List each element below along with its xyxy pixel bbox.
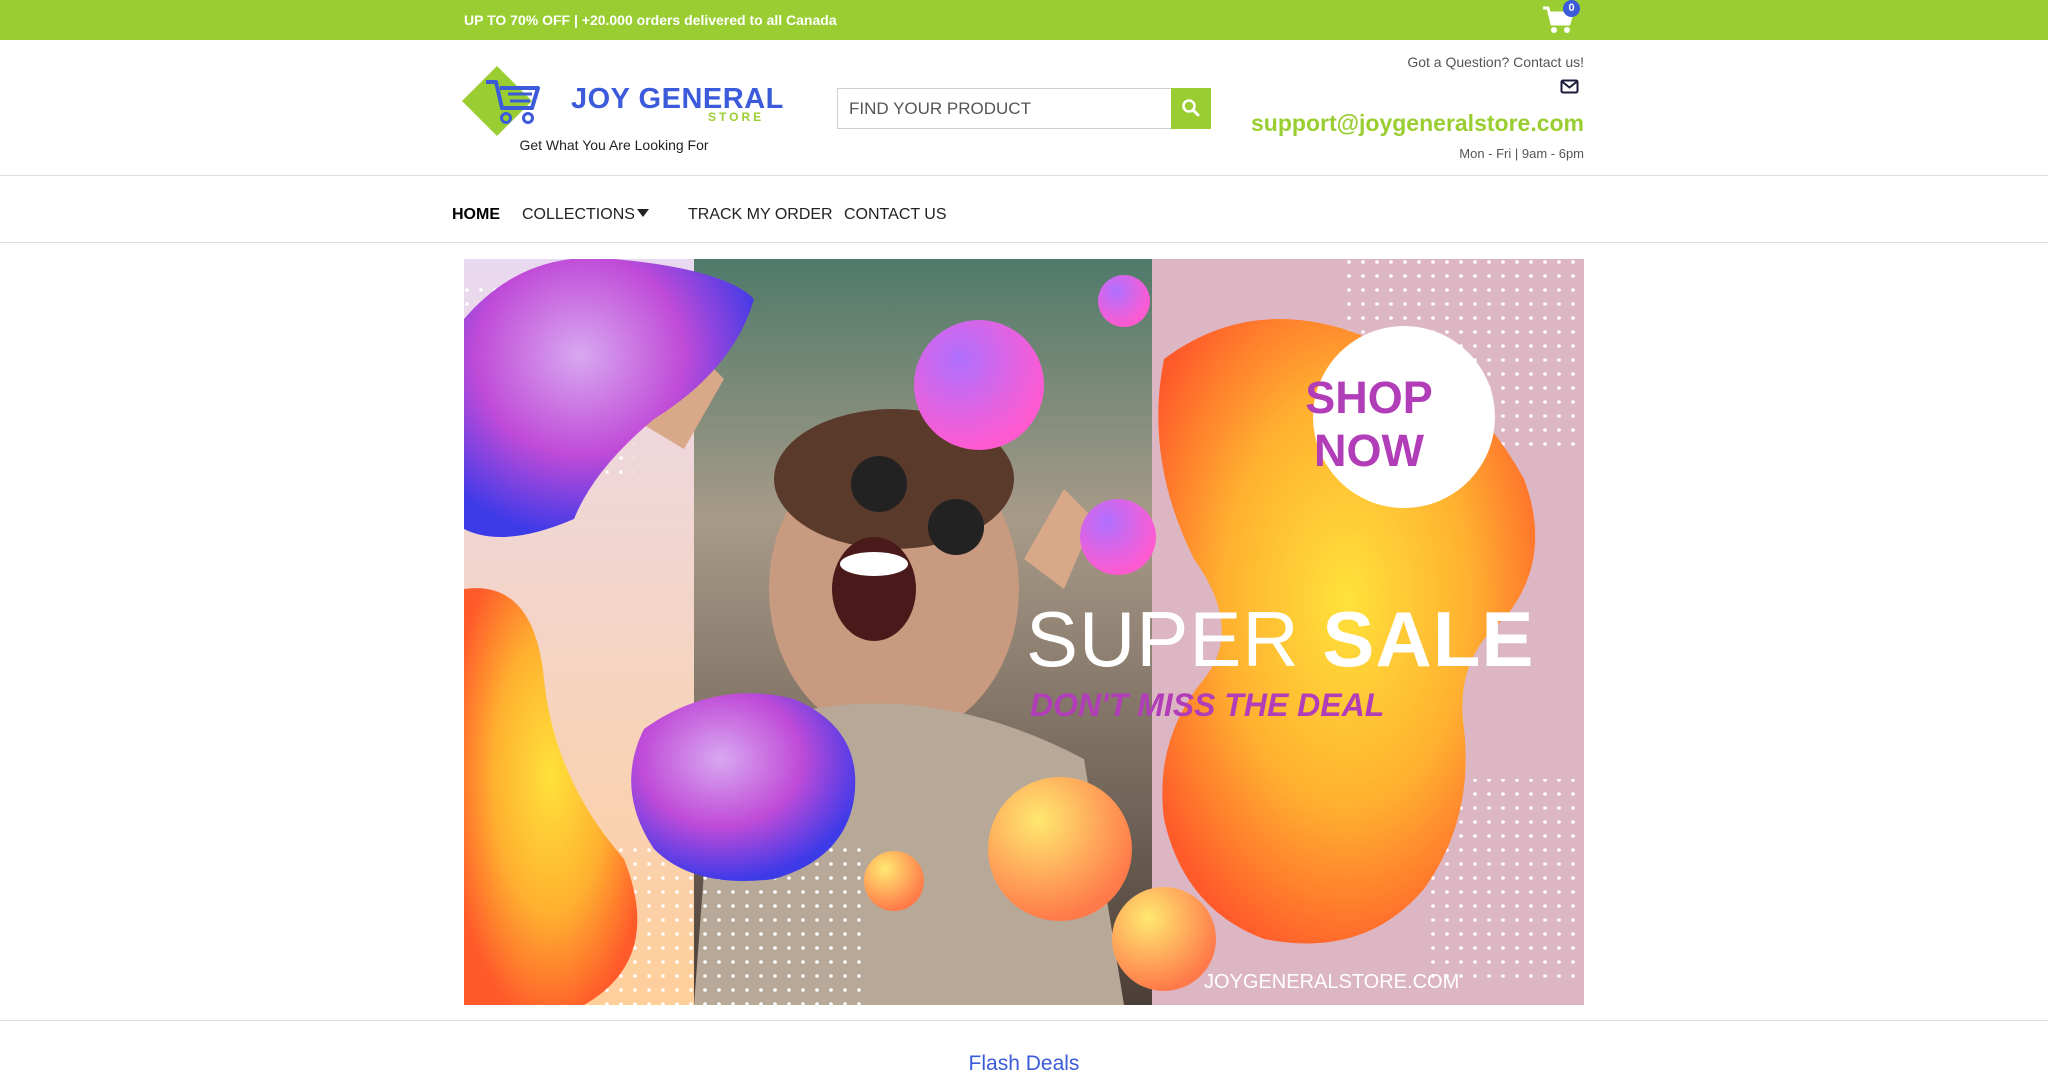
shop-now-text: SHOP NOW: [1299, 371, 1439, 477]
flash-deals-heading: Flash Deals: [968, 1052, 1080, 1075]
chevron-down-icon[interactable]: [637, 209, 649, 217]
shop-now-line-2: NOW: [1314, 425, 1424, 476]
promo-text: UP TO 70% OFF | +20.000 orders delivered…: [464, 12, 837, 28]
nav-item-contact-us[interactable]: CONTACT US: [844, 177, 947, 243]
support-email-link[interactable]: support@joygeneralstore.com: [1251, 110, 1584, 137]
banner-site-url: JOYGENERALSTORE.COM: [1204, 971, 1460, 993]
search-button[interactable]: [1171, 88, 1211, 129]
business-hours: Mon - Fri | 9am - 6pm: [1459, 146, 1584, 161]
main-nav: [0, 177, 2048, 243]
shop-now-line-1: SHOP: [1305, 372, 1433, 423]
hero-banner[interactable]: SHOP NOW SUPER SALE DON'T MISS THE DEAL …: [464, 259, 1584, 1005]
deal-tagline: DON'T MISS THE DEAL: [1030, 687, 1385, 723]
store-tagline: Get What You Are Looking For: [519, 137, 709, 153]
nav-item-home[interactable]: HOME: [452, 177, 500, 243]
mail-icon[interactable]: [1560, 79, 1579, 94]
nav-item-collections[interactable]: COLLECTIONS: [522, 177, 635, 243]
sale-word: SALE: [1322, 595, 1535, 683]
logo-subtitle: STORE: [708, 110, 765, 124]
search-icon: [1182, 99, 1200, 117]
super-word: SUPER: [1026, 595, 1300, 683]
search-input[interactable]: [837, 88, 1172, 129]
section-divider: [0, 1020, 2048, 1021]
cart-count-badge: 0: [1563, 0, 1580, 17]
promo-bar: [0, 0, 2048, 40]
contact-prompt: Got a Question? Contact us!: [1407, 54, 1584, 70]
nav-item-track-my-order[interactable]: TRACK MY ORDER: [688, 177, 833, 243]
super-sale-headline: SUPER SALE: [1026, 594, 1534, 685]
